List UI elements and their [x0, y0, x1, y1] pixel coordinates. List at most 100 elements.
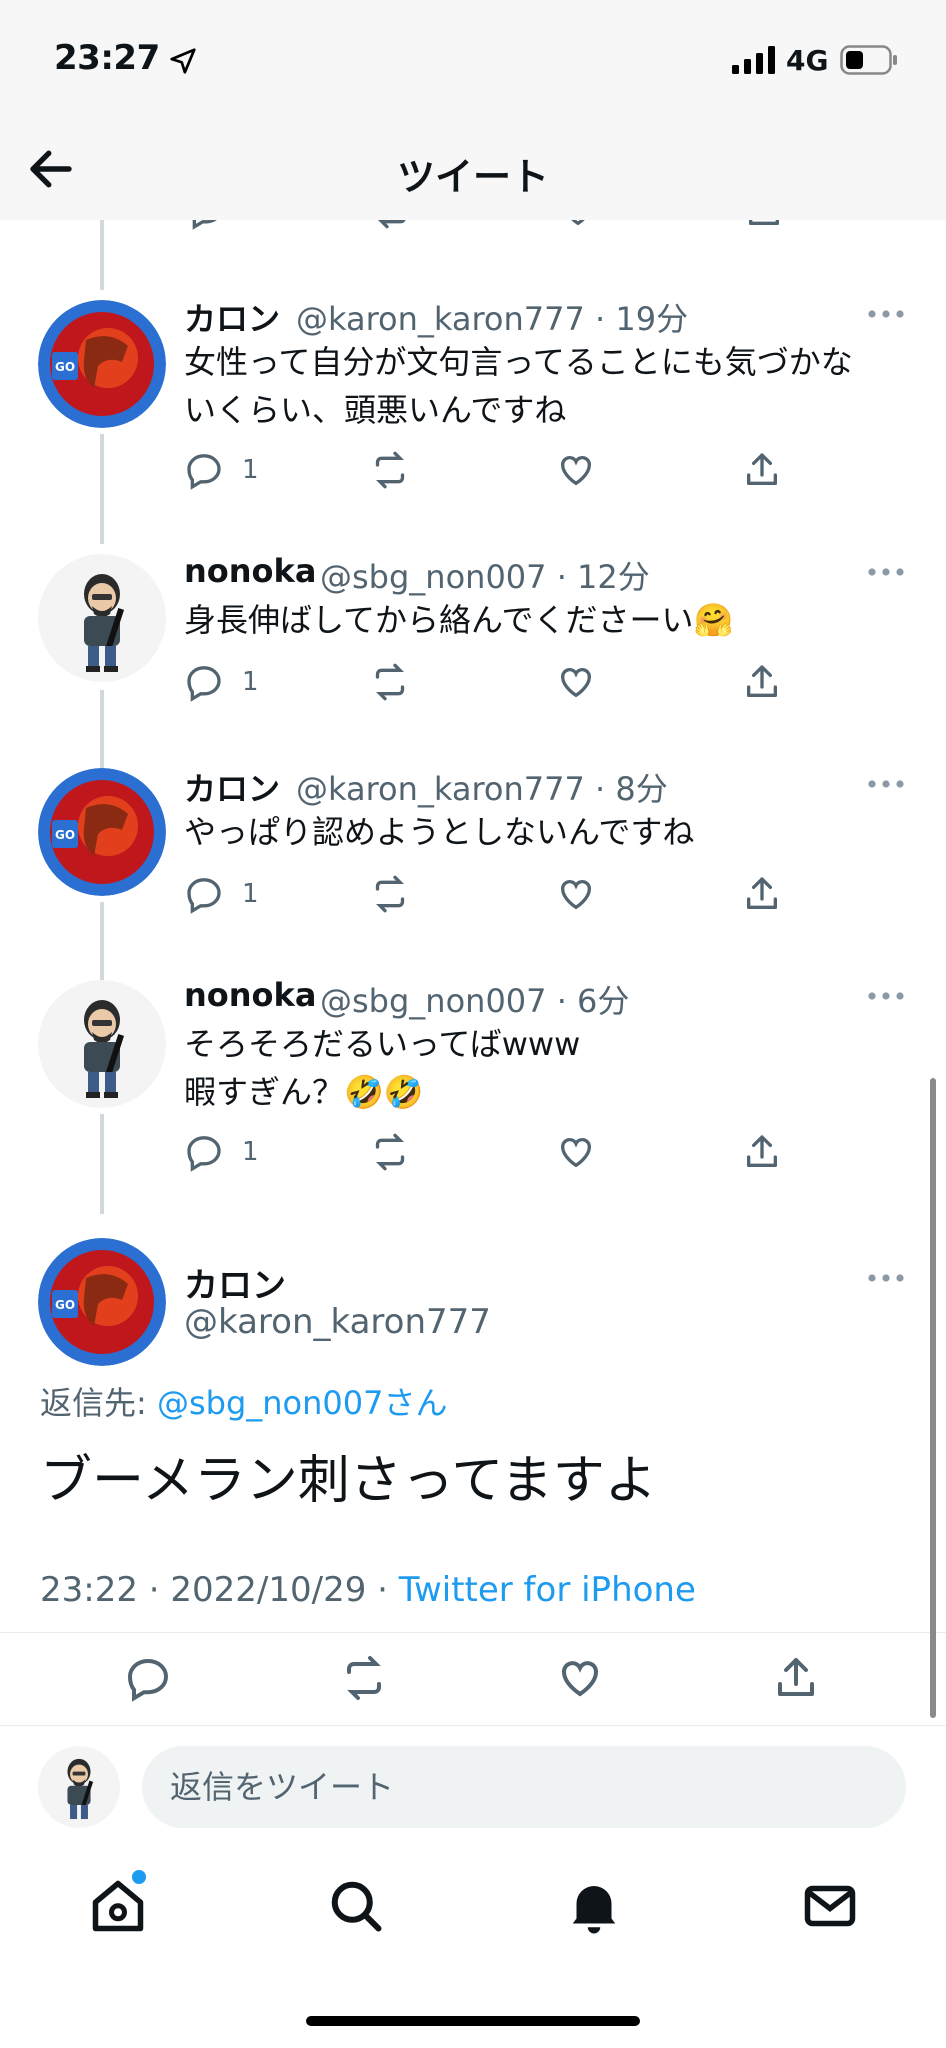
thread-line	[100, 1114, 104, 1214]
reply-composer	[0, 1726, 946, 1852]
author-name[interactable]: nonoka	[184, 976, 316, 1014]
retweet-icon	[347, 1656, 381, 1700]
tweet-text: やっぱり認めようとしないんですね	[184, 813, 695, 851]
reply-button[interactable]	[124, 1654, 172, 1702]
more-options-icon[interactable]	[866, 990, 906, 1002]
tweet-text: 身長伸ばしてから絡んでくださーい🤗	[184, 601, 734, 639]
retweet-button[interactable]	[370, 1132, 410, 1172]
scrollbar[interactable]	[930, 1078, 936, 1718]
reply-icon	[187, 666, 221, 702]
reply-icon	[187, 1136, 221, 1172]
share-icon	[747, 877, 777, 909]
avatar[interactable]	[38, 980, 166, 1108]
top-nav-bar: ツイート	[0, 120, 946, 220]
tweet-time: 6分	[577, 982, 630, 1020]
author-handle: @sbg_non007 · 6分	[320, 982, 630, 1020]
reply-count: 1	[242, 455, 259, 485]
current-user-avatar[interactable]	[38, 1746, 120, 1828]
retweet-button[interactable]	[370, 874, 410, 914]
reply-button[interactable]: 1	[184, 1132, 259, 1172]
main-tweet-avatar[interactable]: GO	[38, 1238, 166, 1366]
share-button[interactable]	[742, 1132, 782, 1172]
share-button[interactable]	[742, 450, 782, 490]
tweet-time: 8分	[615, 770, 668, 808]
reply-icon	[127, 1658, 169, 1702]
like-button[interactable]	[556, 1654, 604, 1702]
reply-icon	[187, 454, 221, 490]
retweet-button[interactable]	[370, 662, 410, 702]
retweet-icon[interactable]	[372, 220, 412, 230]
svg-text:GO: GO	[55, 1298, 75, 1312]
retweet-icon	[375, 663, 405, 701]
reply-input[interactable]	[142, 1746, 906, 1828]
thread-line	[100, 902, 104, 980]
like-heart-icon[interactable]	[558, 220, 598, 230]
reply-button[interactable]: 1	[184, 450, 259, 490]
more-options-icon[interactable]	[866, 308, 906, 320]
share-icon[interactable]	[744, 220, 784, 230]
replying-to: 返信先: @sbg_non007さん	[40, 1378, 448, 1424]
like-button[interactable]	[556, 1132, 596, 1172]
share-icon	[778, 1658, 814, 1696]
like-heart-icon	[561, 667, 591, 698]
author-name[interactable]: カロン	[184, 764, 280, 810]
tab-search[interactable]	[326, 1876, 386, 1936]
notifications-icon	[572, 1886, 616, 1934]
sega-dino-avatar-icon: GO	[38, 1238, 166, 1366]
svg-text:GO: GO	[55, 828, 75, 842]
network-type: 4G	[786, 44, 829, 77]
main-tweet-author-handle[interactable]: @karon_karon777	[184, 1302, 491, 1342]
previous-tweet-actions	[0, 220, 946, 230]
character-avatar-icon	[38, 554, 166, 682]
like-button[interactable]	[556, 662, 596, 702]
like-button[interactable]	[556, 874, 596, 914]
reply-button[interactable]: 1	[184, 662, 259, 702]
main-tweet-author-name[interactable]: カロン	[184, 1258, 286, 1307]
like-button[interactable]	[556, 450, 596, 490]
retweet-button[interactable]	[340, 1654, 388, 1702]
tab-home[interactable]	[88, 1876, 148, 1936]
reply-count: 1	[242, 1137, 259, 1167]
divider	[0, 1632, 946, 1633]
svg-text:GO: GO	[55, 360, 75, 374]
thread-line	[100, 220, 104, 290]
thread-line	[100, 434, 104, 544]
tweet-source[interactable]: Twitter for iPhone	[399, 1570, 696, 1610]
share-button[interactable]	[742, 662, 782, 702]
share-button[interactable]	[772, 1654, 820, 1702]
retweet-icon	[375, 875, 405, 913]
reply-icon	[187, 878, 221, 914]
reply-button[interactable]: 1	[184, 874, 259, 914]
share-button[interactable]	[742, 874, 782, 914]
replying-to-handle[interactable]: @sbg_non007	[157, 1384, 384, 1422]
more-options-icon[interactable]	[866, 1272, 906, 1284]
character-avatar-icon	[38, 1746, 120, 1828]
home-icon	[92, 1880, 144, 1932]
like-heart-icon	[561, 455, 591, 486]
author-handle: @sbg_non007 · 12分	[320, 558, 650, 596]
avatar[interactable]	[38, 554, 166, 682]
location-arrow-icon	[170, 48, 196, 74]
reply-count: 1	[242, 879, 259, 909]
tab-notifications[interactable]	[564, 1876, 624, 1936]
reply-icon[interactable]	[186, 220, 226, 230]
tweet-time: 19分	[615, 300, 689, 338]
retweet-button[interactable]	[370, 450, 410, 490]
more-options-icon[interactable]	[866, 778, 906, 790]
more-options-icon[interactable]	[866, 566, 906, 578]
author-name[interactable]: カロン	[184, 294, 280, 340]
share-icon	[747, 1135, 777, 1167]
avatar[interactable]: GO	[38, 300, 166, 428]
status-bar: 23:27 4G	[0, 0, 946, 120]
bottom-tab-bar	[0, 1852, 946, 2048]
like-heart-icon	[561, 879, 591, 910]
tab-messages[interactable]	[800, 1876, 860, 1936]
character-avatar-icon	[38, 980, 166, 1108]
sega-dino-avatar-icon: GO	[38, 300, 166, 428]
replying-to-suffix: さん	[383, 1384, 448, 1422]
avatar[interactable]: GO	[38, 768, 166, 896]
home-indicator	[306, 2016, 640, 2026]
author-name[interactable]: nonoka	[184, 552, 316, 590]
retweet-icon	[375, 1133, 405, 1171]
search-icon	[331, 1881, 382, 1932]
